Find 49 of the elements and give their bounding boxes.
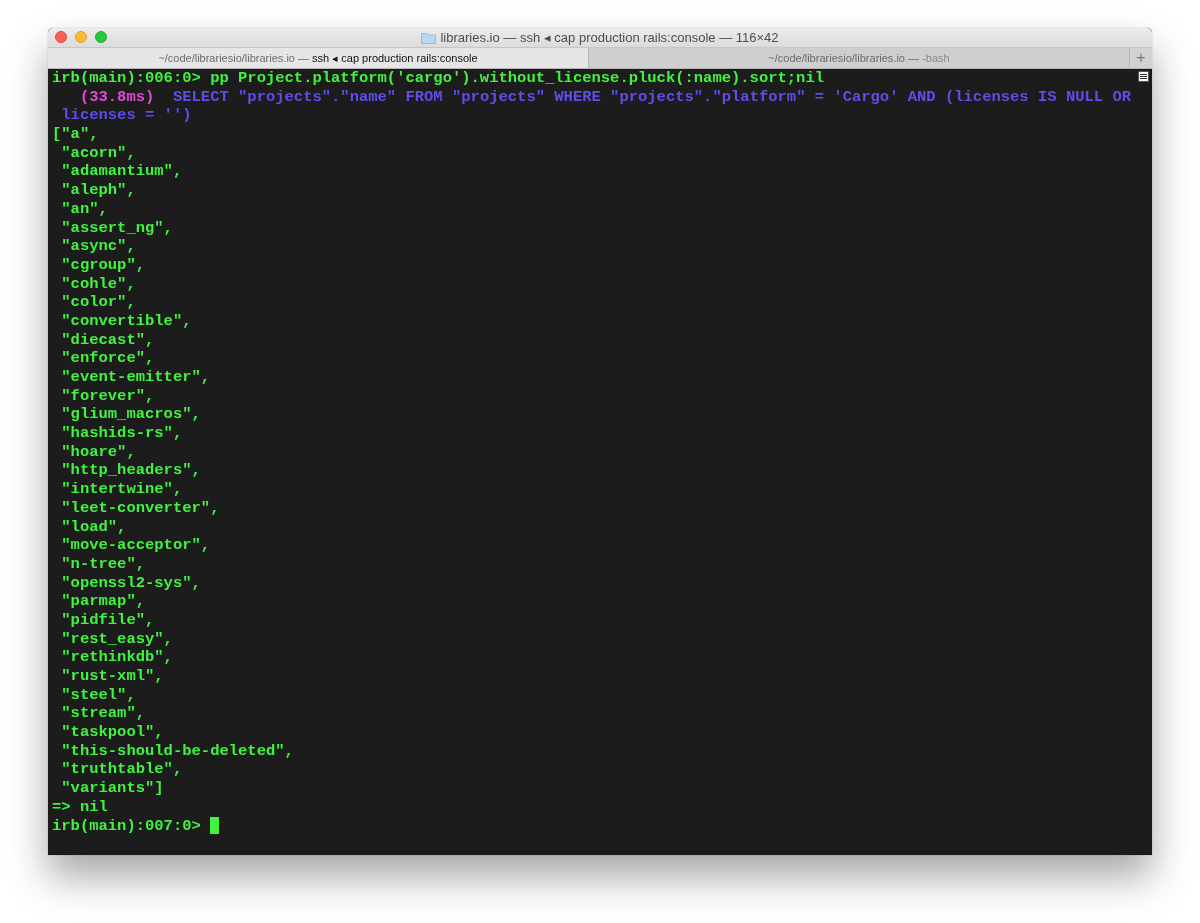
list-icon[interactable]: [1138, 71, 1149, 82]
terminal-text: "async",: [60, 237, 136, 256]
terminal-text: "rust-xml",: [60, 667, 164, 686]
terminal-text: "glium_macros",: [60, 405, 201, 425]
terminal-text: "forever",: [60, 386, 155, 406]
query-timing: (33.8ms): [78, 87, 155, 107]
terminal-text: "hoare",: [60, 442, 136, 462]
terminal-text: "n-tree",: [60, 554, 145, 574]
terminal-text: "diecast",: [60, 330, 155, 350]
terminal-text: "event-emitter",: [60, 368, 211, 387]
terminal-text: "parmap",: [60, 592, 145, 611]
terminal-text: "hashids-rs",: [60, 424, 183, 443]
terminal-text: "stream",: [60, 704, 145, 724]
terminal-text: "load",: [60, 517, 127, 537]
terminal-text: "assert_ng",: [60, 218, 173, 238]
terminal-text: "steel",: [60, 685, 136, 705]
terminal-text: "truthtable",: [60, 760, 183, 780]
sql-query: SELECT "projects"."name" FROM "projects" WHERE "projects"."platform" = 'Cargo' AND (licenses IS NULL OR: [171, 87, 1131, 107]
terminal-text: "variants"]: [60, 779, 164, 798]
window-title: libraries.io — ssh ◂ cap production rails:console — 116×42: [440, 30, 779, 45]
terminal-text: "intertwine",: [60, 480, 183, 499]
terminal-text: "convertible",: [60, 311, 192, 331]
terminal-text: "color",: [60, 293, 136, 312]
terminal-text: "openssl2-sys",: [60, 573, 201, 593]
terminal-text: "aleph",: [60, 181, 136, 200]
terminal-text: "this-should-be-deleted",: [60, 741, 294, 761]
zoom-button[interactable]: [95, 31, 107, 43]
minimize-button[interactable]: [75, 31, 87, 43]
terminal-text: "http_headers",: [60, 461, 201, 481]
terminal-text: "move-acceptor",: [60, 536, 211, 555]
terminal-text: "taskpool",: [60, 723, 164, 742]
terminal-tab[interactable]: ~/code/librariesio/libraries.io — ssh ◂ cap production rails:console: [48, 48, 589, 68]
terminal-text: => nil: [52, 797, 108, 817]
sql-query: licenses = ''): [60, 106, 192, 126]
terminal-text: "leet-converter",: [60, 498, 220, 518]
close-button[interactable]: [55, 31, 67, 43]
terminal-text: "adamantium",: [60, 162, 183, 182]
terminal-text: "an",: [60, 199, 108, 219]
terminal-text: irb(main):006:0> pp Project.platform('cargo').without_license.pluck(:name).sort;nil: [52, 69, 825, 88]
terminal-text: irb(main):007:0>: [52, 816, 202, 836]
terminal-text: "rethinkdb",: [60, 648, 173, 667]
folder-icon: [421, 31, 437, 44]
terminal-text: "enforce",: [60, 349, 155, 368]
terminal-text: "rest_easy",: [60, 629, 173, 649]
terminal-text: ["a",: [52, 125, 99, 144]
terminal-text: "cohle",: [60, 274, 136, 294]
terminal-text: "acorn",: [60, 143, 136, 163]
terminal-text: "cgroup",: [60, 255, 145, 275]
terminal-text: "pidfile",: [60, 610, 155, 630]
